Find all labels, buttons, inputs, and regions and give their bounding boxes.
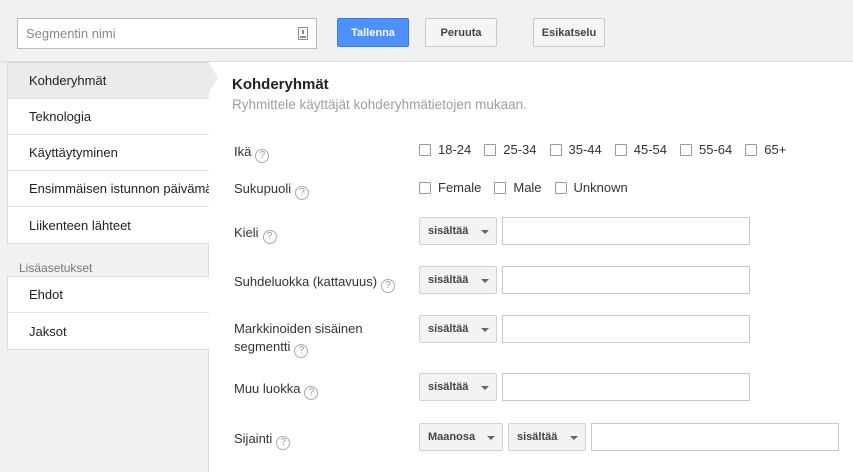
language-label: Kieli? [234, 224, 277, 244]
other-category-label: Muu luokka? [234, 380, 319, 400]
gender-checkbox-female[interactable]: Female [419, 180, 481, 195]
chevron-down-icon [570, 436, 578, 440]
help-icon[interactable]: ? [262, 230, 277, 244]
sidebar-item-sequences[interactable]: Jaksot [8, 313, 209, 349]
chevron-down-icon [481, 386, 489, 390]
checkbox[interactable] [494, 181, 507, 194]
age-checkbox-35-44[interactable]: 35-44 [549, 142, 602, 157]
location-label: Sijainti? [234, 430, 291, 450]
checkbox[interactable] [614, 143, 627, 156]
preview-button[interactable]: Esikatselu [533, 18, 605, 47]
location-value-field[interactable] [591, 423, 839, 451]
chevron-down-icon [487, 436, 495, 440]
other-category-value-field[interactable] [502, 373, 750, 401]
language-operator-dropdown[interactable]: sisältää [419, 217, 497, 245]
sidebar: Kohderyhmät Teknologia Käyttäytyminen En… [0, 62, 209, 472]
save-button[interactable]: Tallenna [337, 18, 409, 47]
gender-label: Sukupuoli? [234, 180, 310, 200]
active-item-pointer [208, 62, 218, 94]
in-market-label: Markkinoiden sisäinen segmentti? [234, 321, 363, 358]
language-value-field[interactable] [502, 217, 750, 245]
segment-name-field[interactable] [17, 18, 317, 49]
checkbox[interactable] [745, 143, 758, 156]
page-title: Kohderyhmät [232, 76, 329, 93]
page-subtitle: Ryhmittele käyttäjät kohderyhmätietojen … [232, 97, 527, 112]
sidebar-item-traffic-sources[interactable]: Liikenteen lähteet [8, 207, 209, 243]
checkbox[interactable] [419, 143, 431, 156]
affinity-label: Suhdeluokka (kattavuus)? [234, 273, 396, 293]
sidebar-item-conditions[interactable]: Ehdot [8, 277, 209, 313]
sidebar-item-first-session-date[interactable]: Ensimmäisen istunnon päivämäärä [8, 171, 209, 207]
location-value-input[interactable] [592, 424, 838, 450]
in-market-value-input[interactable] [503, 316, 749, 342]
age-checkbox-45-54[interactable]: 45-54 [614, 142, 667, 157]
age-checkbox-25-34[interactable]: 25-34 [484, 142, 537, 157]
affinity-value-input[interactable] [503, 267, 749, 293]
sidebar-main-group: Kohderyhmät Teknologia Käyttäytyminen En… [7, 62, 209, 244]
cancel-button[interactable]: Peruuta [425, 18, 497, 47]
help-icon[interactable]: ? [255, 149, 270, 163]
checkbox[interactable] [549, 143, 562, 156]
field-lock-icon [298, 27, 308, 40]
gender-options: Female Male Unknown [419, 180, 641, 195]
age-options: 18-24 25-34 35-44 45-54 55-64 65+ [419, 142, 799, 157]
help-icon[interactable]: ? [381, 279, 396, 293]
help-icon[interactable]: ? [295, 186, 310, 200]
other-category-operator-dropdown[interactable]: sisältää [419, 373, 497, 401]
checkbox[interactable] [554, 181, 567, 194]
affinity-operator-dropdown[interactable]: sisältää [419, 266, 497, 294]
sidebar-item-demographics[interactable]: Kohderyhmät [8, 63, 209, 99]
age-label: Ikä? [234, 143, 270, 163]
in-market-value-field[interactable] [502, 315, 750, 343]
help-icon[interactable]: ? [294, 344, 309, 358]
help-icon[interactable]: ? [276, 436, 291, 450]
gender-checkbox-male[interactable]: Male [494, 180, 542, 195]
sidebar-advanced-group: Ehdot Jaksot [7, 276, 209, 350]
help-icon[interactable]: ? [304, 386, 319, 400]
in-market-operator-dropdown[interactable]: sisältää [419, 315, 497, 343]
chevron-down-icon [481, 279, 489, 283]
checkbox[interactable] [680, 143, 692, 156]
age-checkbox-18-24[interactable]: 18-24 [419, 142, 471, 157]
chevron-down-icon [481, 328, 489, 332]
gender-checkbox-unknown[interactable]: Unknown [554, 180, 628, 195]
language-value-input[interactable] [503, 218, 749, 244]
toolbar: Tallenna Peruuta Esikatselu [0, 0, 853, 62]
chevron-down-icon [481, 230, 489, 234]
age-checkbox-55-64[interactable]: 55-64 [680, 142, 732, 157]
location-operator-dropdown[interactable]: sisältää [508, 423, 586, 451]
checkbox[interactable] [484, 143, 497, 156]
sidebar-item-behavior[interactable]: Käyttäytyminen [8, 135, 209, 171]
checkbox[interactable] [419, 181, 431, 194]
age-checkbox-65-plus[interactable]: 65+ [745, 142, 786, 157]
location-scope-dropdown[interactable]: Maanosa [419, 423, 503, 451]
sidebar-section-advanced: Lisäasetukset [19, 261, 93, 275]
other-category-value-input[interactable] [503, 374, 749, 400]
sidebar-item-technology[interactable]: Teknologia [8, 99, 209, 135]
affinity-value-field[interactable] [502, 266, 750, 294]
segment-name-input[interactable] [18, 19, 294, 48]
